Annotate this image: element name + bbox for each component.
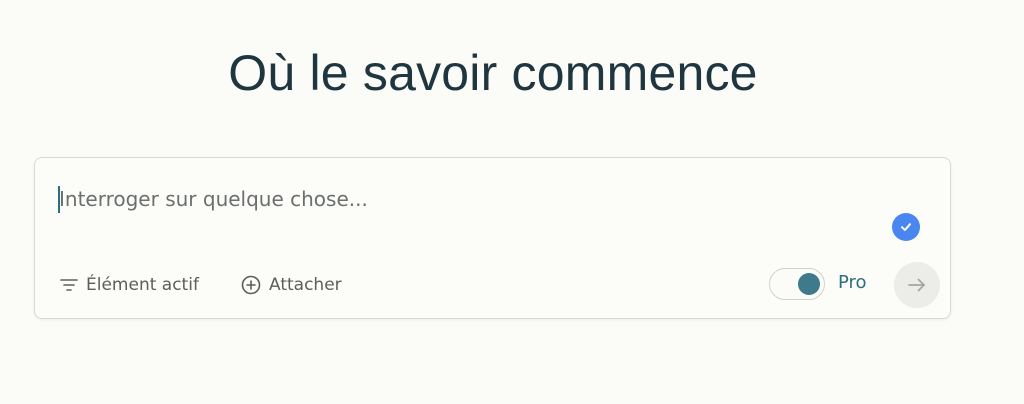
submit-button[interactable] [894,262,940,308]
search-box: Élément actif Attacher Pro [34,157,951,319]
filter-lines-icon [60,277,78,293]
attach-label: Attacher [269,275,342,295]
attach-button[interactable]: Attacher [241,271,342,299]
pro-label[interactable]: Pro [838,272,867,293]
page: Où le savoir commence Élément actif [0,0,1024,404]
focus-label: Élément actif [86,275,199,295]
plus-circle-icon [241,275,261,295]
arrow-right-icon [907,277,927,293]
pro-toggle[interactable] [769,268,825,300]
focus-button[interactable]: Élément actif [60,271,199,299]
check-circle-icon [892,213,920,241]
page-title: Où le savoir commence [228,45,758,101]
toggle-knob [798,273,820,295]
search-input[interactable] [59,182,879,216]
